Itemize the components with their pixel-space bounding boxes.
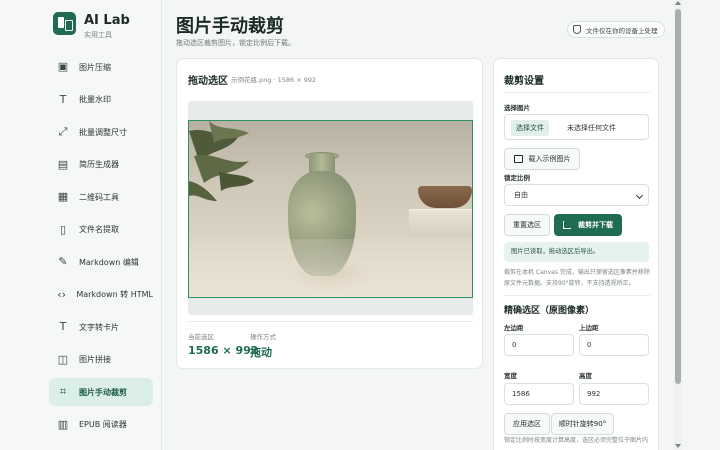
sidebar-item-label: Markdown 编辑 bbox=[79, 257, 139, 267]
sidebar-item-manual-crop[interactable]: ⌗ 图片手动裁剪 bbox=[49, 378, 153, 406]
crop-download-label: 裁剪并下载 bbox=[578, 221, 613, 229]
leaves-decoration bbox=[189, 121, 254, 201]
preview-title: 拖动选区 bbox=[188, 76, 228, 87]
top-margin-input[interactable]: 0 bbox=[579, 334, 649, 356]
pen-icon: ✎ bbox=[58, 255, 68, 268]
preview-file-info: 示例花瓶.png · 1586 × 992 bbox=[231, 76, 317, 84]
page-subtitle: 拖动选区裁剪图片，锁定比例后下载。 bbox=[176, 39, 295, 47]
app-logo-icon bbox=[53, 12, 76, 35]
resize-icon: ⤢ bbox=[58, 125, 68, 138]
settings-divider bbox=[504, 92, 650, 93]
sidebar-item-label: 文字转卡片 bbox=[79, 322, 119, 332]
sidebar-nav: ▣ 图片压缩 T 批量水印 ⤢ 批量调整尺寸 ▤ 简历生成器 ▦ 二维码工具 ▯… bbox=[49, 53, 153, 443]
width-input[interactable]: 1586 bbox=[504, 383, 574, 405]
sidebar-item-qrcode[interactable]: ▦ 二维码工具 bbox=[49, 183, 153, 211]
sidebar-item-label: 图片拼接 bbox=[79, 355, 111, 364]
sidebar-item-label: 简历生成器 bbox=[79, 160, 119, 169]
scroll-up-icon[interactable] bbox=[675, 1, 681, 5]
crop-selection-image[interactable] bbox=[188, 120, 473, 298]
sidebar-item-image-compress[interactable]: ▣ 图片压缩 bbox=[49, 53, 153, 81]
current-selection-value: 1586 × 992 bbox=[188, 344, 259, 357]
settings-panel: 裁剪设置 选择图片 选择文件 未选择任何文件 载入示例图片 锁定比例 自由 重置… bbox=[493, 58, 659, 450]
file-input[interactable]: 选择文件 未选择任何文件 bbox=[504, 114, 649, 140]
reset-selection-label: 重置选区 bbox=[513, 221, 541, 229]
load-sample-button[interactable]: 载入示例图片 bbox=[504, 148, 580, 170]
scrollbar-thumb[interactable] bbox=[675, 9, 681, 384]
sand-foreground bbox=[189, 239, 472, 297]
sidebar-item-markdown-html[interactable]: ‹› Markdown 转 HTML bbox=[49, 281, 153, 309]
sidebar-item-label: 批量水印 bbox=[79, 95, 111, 104]
rotate-label: 顺时针旋转90° bbox=[558, 420, 607, 428]
sidebar-item-label: 图片压缩 bbox=[79, 62, 111, 72]
left-margin-input[interactable]: 0 bbox=[504, 334, 574, 356]
operation-value: 拖动 bbox=[250, 346, 272, 359]
top-margin-label: 上边距 bbox=[579, 324, 599, 332]
selection-hint: 锁定比例时按宽度计算高度，选区必须完整位于图片内 bbox=[504, 437, 649, 444]
document-icon: ▤ bbox=[57, 157, 69, 171]
text-t-icon: T bbox=[59, 320, 67, 333]
brand-title: AI Lab bbox=[84, 13, 130, 28]
operation-label: 操作方式 bbox=[250, 333, 276, 341]
ratio-selected-value: 自由 bbox=[514, 191, 528, 199]
sidebar-item-label: EPUB 阅读器 bbox=[79, 420, 127, 429]
crop-icon bbox=[563, 221, 571, 229]
crop-download-button[interactable]: 裁剪并下载 bbox=[554, 214, 622, 236]
sidebar-item-label: 二维码工具 bbox=[79, 192, 119, 202]
chevron-down-icon bbox=[635, 191, 644, 200]
qrcode-icon: ▦ bbox=[57, 190, 69, 203]
scroll-down-icon[interactable] bbox=[675, 444, 681, 448]
preview-card: 拖动选区 示例花瓶.png · 1586 × 992 当前选区 1586 × 9… bbox=[176, 58, 483, 369]
privacy-badge: 文件仅在你的设备上处理 bbox=[567, 21, 665, 38]
crop-icon: ⌗ bbox=[59, 385, 67, 398]
privacy-badge-text: 文件仅在你的设备上处理 bbox=[586, 26, 658, 35]
sidebar-item-text-card[interactable]: T 文字转卡片 bbox=[49, 313, 153, 341]
lock-ratio-label: 锁定比例 bbox=[504, 174, 530, 182]
privacy-note: 裁剪在本机 Canvas 完成，输出只保留选区像素并移除原文件元数据。支持90°… bbox=[504, 269, 650, 287]
status-message: 图片已读取，拖动选区后导出。 bbox=[504, 242, 649, 262]
reset-selection-button[interactable]: 重置选区 bbox=[504, 214, 550, 236]
text-t-icon: T bbox=[59, 92, 67, 106]
sidebar-item-batch-watermark[interactable]: T 批量水印 bbox=[49, 86, 153, 114]
code-icon: ‹› bbox=[57, 287, 67, 301]
page-title: 图片手动裁剪 bbox=[176, 16, 284, 37]
apply-selection-button[interactable]: 应用选区 bbox=[504, 413, 550, 435]
settings-divider bbox=[504, 295, 650, 296]
image-icon: ▣ bbox=[57, 60, 69, 73]
book-icon: ▥ bbox=[57, 417, 69, 431]
sidebar-item-filename[interactable]: ▯ 文件名提取 bbox=[49, 216, 153, 244]
no-file-text: 未选择任何文件 bbox=[567, 124, 616, 132]
sidebar-item-markdown-edit[interactable]: ✎ Markdown 编辑 bbox=[49, 248, 153, 276]
sidebar-item-batch-resize[interactable]: ⤢ 批量调整尺寸 bbox=[49, 118, 153, 146]
image-icon bbox=[513, 155, 523, 163]
sidebar-item-label: Markdown 转 HTML bbox=[76, 290, 153, 299]
crop-canvas[interactable] bbox=[188, 101, 473, 315]
preview-divider bbox=[188, 321, 473, 322]
left-margin-label: 左边距 bbox=[504, 324, 524, 332]
sidebar-item-label: 批量调整尺寸 bbox=[79, 127, 127, 137]
rotate-button[interactable]: 顺时针旋转90° bbox=[551, 413, 614, 435]
load-sample-label: 载入示例图片 bbox=[528, 155, 571, 163]
width-label: 宽度 bbox=[504, 372, 517, 380]
shield-icon bbox=[573, 25, 581, 34]
apply-selection-label: 应用选区 bbox=[513, 420, 541, 428]
book-stack bbox=[409, 209, 472, 237]
current-selection-label: 当前选区 bbox=[188, 333, 214, 341]
sidebar-item-resume[interactable]: ▤ 简历生成器 bbox=[49, 151, 153, 179]
sidebar-item-label: 文件名提取 bbox=[79, 225, 119, 234]
precise-selection-title: 精确选区（原图像素） bbox=[504, 306, 595, 316]
choose-image-label: 选择图片 bbox=[504, 104, 530, 112]
settings-title: 裁剪设置 bbox=[504, 76, 544, 87]
height-label: 高度 bbox=[579, 372, 592, 380]
bowl bbox=[418, 186, 472, 208]
choose-file-button[interactable]: 选择文件 bbox=[511, 120, 549, 136]
ratio-select[interactable]: 自由 bbox=[504, 184, 649, 206]
sidebar-item-label: 图片手动裁剪 bbox=[79, 387, 127, 397]
sidebar-item-image-stitch[interactable]: ◫ 图片拼接 bbox=[49, 346, 153, 374]
file-icon: ▯ bbox=[59, 222, 67, 236]
height-input[interactable]: 992 bbox=[579, 383, 649, 405]
brand-subtitle: 实用工具 bbox=[84, 31, 112, 39]
window-margin bbox=[682, 0, 720, 450]
sidebar-item-epub[interactable]: ▥ EPUB 阅读器 bbox=[49, 411, 153, 439]
columns-icon: ◫ bbox=[57, 352, 69, 366]
